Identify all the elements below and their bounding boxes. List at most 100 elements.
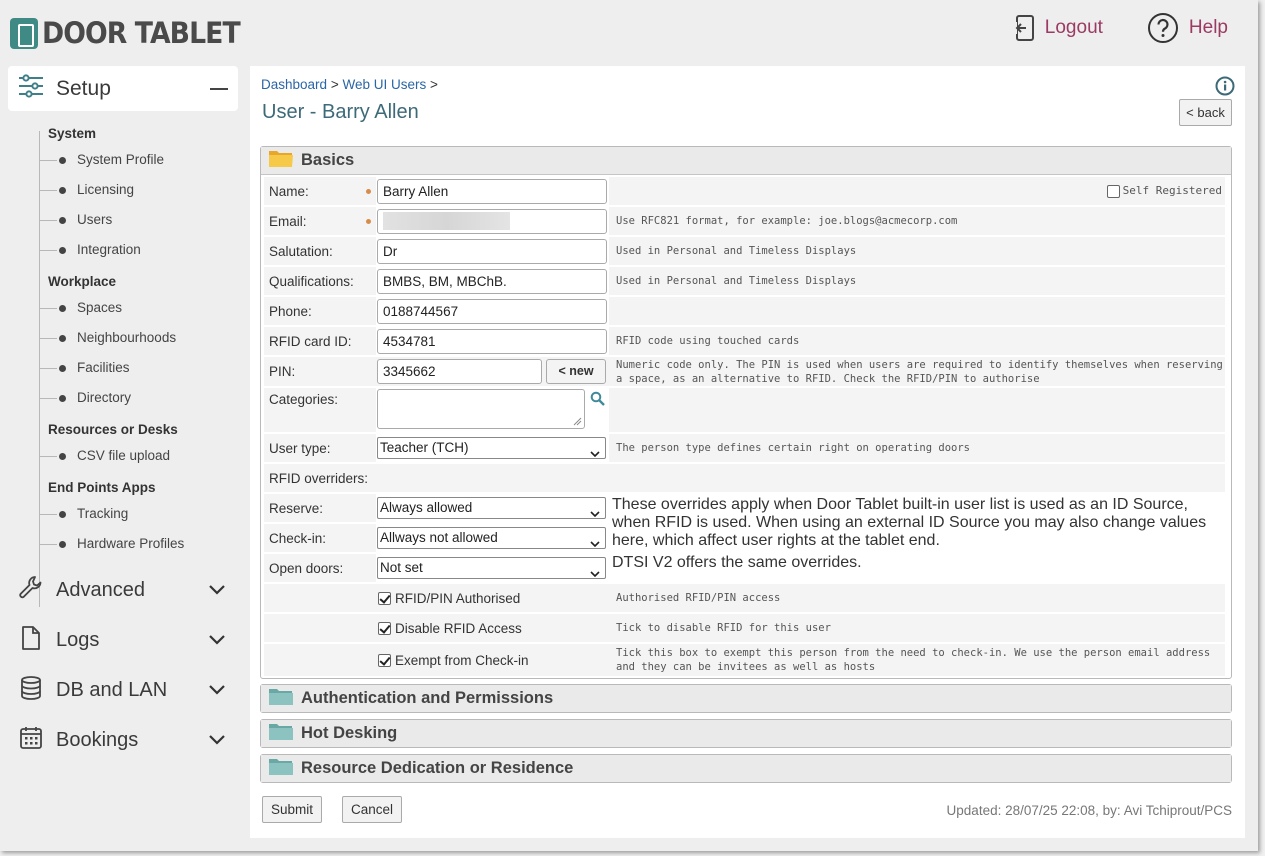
salutation-input[interactable]: Dr	[377, 238, 607, 264]
self-registered-checkbox[interactable]	[1106, 184, 1120, 198]
help-link[interactable]: Help	[1147, 12, 1228, 44]
sidebar-item-system-profile[interactable]: System Profile	[39, 145, 238, 175]
setup-tree: System System Profile Licensing Users In…	[8, 123, 238, 607]
exempt-checkin-label: Exempt from Check-in	[395, 652, 529, 668]
reserve-select[interactable]: Always allowed	[377, 497, 606, 519]
breadcrumb-web-ui-users[interactable]: Web UI Users	[342, 77, 426, 92]
phone-input[interactable]: 0188744567	[377, 298, 607, 324]
qualifications-help: Used in Personal and Timeless Displays	[612, 267, 1225, 295]
bullet-icon	[59, 365, 66, 372]
info-icon[interactable]	[1215, 76, 1235, 101]
rfid-pin-authorised-checkbox[interactable]	[378, 591, 391, 605]
breadcrumb-separator: >	[430, 77, 438, 92]
disable-rfid-label: Disable RFID Access	[395, 620, 522, 636]
name-label: Name:	[269, 183, 309, 199]
door-tablet-logo: DOOR TABLET	[10, 16, 257, 50]
rfid-help: RFID code using touched cards	[612, 327, 1225, 355]
wrench-icon	[18, 575, 44, 606]
user-type-value: Teacher (TCH)	[380, 440, 469, 455]
bullet-icon	[59, 305, 66, 312]
auth-permissions-section[interactable]: Authentication and Permissions	[260, 684, 1232, 713]
sidebar-section-advanced[interactable]: Advanced	[8, 565, 238, 615]
redacted-email	[383, 211, 510, 230]
user-type-label: User type:	[269, 440, 331, 456]
salutation-label: Salutation:	[269, 243, 333, 259]
sidebar-item-spaces[interactable]: Spaces	[39, 293, 238, 323]
collapse-minus-icon[interactable]	[210, 88, 228, 90]
form-actions: Submit Cancel	[262, 796, 403, 823]
group-title-workplace: Workplace	[48, 274, 117, 289]
email-help: Use RFC821 format, for example: joe.blog…	[612, 207, 1225, 235]
bullet-icon	[59, 453, 66, 460]
basics-title: Basics	[301, 151, 355, 169]
sidebar-item-licensing[interactable]: Licensing	[39, 175, 238, 205]
logout-link[interactable]: Logout	[1010, 14, 1103, 42]
sidebar-item-tracking[interactable]: Tracking	[39, 499, 238, 529]
name-input[interactable]: Barry Allen	[377, 178, 607, 204]
sidebar-item-neighbourhoods[interactable]: Neighbourhoods	[39, 323, 238, 353]
logo-door-icon	[10, 17, 38, 49]
pin-help: Numeric code only. The PIN is used when …	[612, 357, 1225, 386]
required-marker	[359, 177, 376, 205]
top-links: Logout Help	[1010, 12, 1228, 44]
exempt-checkin-checkbox[interactable]	[378, 653, 391, 667]
new-pin-button[interactable]: < new	[546, 359, 606, 384]
chevron-down-icon	[590, 504, 600, 524]
basics-header[interactable]: Basics	[261, 147, 1231, 175]
disable-rfid-checkbox[interactable]	[378, 621, 391, 635]
email-input[interactable]	[377, 208, 607, 234]
checkin-value: Allways not allowed	[380, 530, 498, 545]
sidebar: Setup System System Profile Licensing Us…	[8, 66, 238, 765]
breadcrumb-separator: >	[330, 77, 339, 92]
user-type-select[interactable]: Teacher (TCH)	[377, 437, 606, 459]
form-row-name: Name: Barry Allen Self Registered	[264, 177, 1225, 205]
overrides-help: These overrides apply when Door Tablet b…	[612, 496, 1207, 549]
open-doors-value: Not set	[380, 560, 423, 575]
bullet-icon	[59, 335, 66, 342]
bullet-icon	[59, 395, 66, 402]
form-row-phone: Phone: 0188744567	[264, 297, 1225, 325]
submit-button[interactable]: Submit	[262, 796, 323, 823]
qualifications-input[interactable]: BMBS, BM, MBChB.	[377, 268, 607, 294]
app-window: DOOR TABLET Logout Help Setup System Sys…	[0, 0, 1258, 851]
section-label: Bookings	[56, 728, 139, 751]
sidebar-item-hardware-profiles[interactable]: Hardware Profiles	[39, 529, 238, 559]
sidebar-section-db-lan[interactable]: DB and LAN	[8, 665, 238, 715]
sidebar-section-bookings[interactable]: Bookings	[8, 715, 238, 765]
bullet-icon	[59, 157, 66, 164]
checkin-select[interactable]: Allways not allowed	[377, 527, 606, 549]
qualifications-label: Qualifications:	[269, 273, 354, 289]
chevron-down-icon	[590, 564, 600, 584]
sidebar-item-users[interactable]: Users	[39, 205, 238, 235]
sidebar-item-facilities[interactable]: Facilities	[39, 353, 238, 383]
resource-dedication-section[interactable]: Resource Dedication or Residence	[260, 754, 1232, 783]
form-row-email: Email: Use RFC821 format, for example: j…	[264, 207, 1225, 235]
logout-label: Logout	[1044, 17, 1103, 38]
sidebar-item-directory[interactable]: Directory	[39, 383, 238, 413]
section-header[interactable]: Resource Dedication or Residence	[261, 755, 1231, 782]
search-icon[interactable]	[590, 391, 606, 412]
reserve-value: Always allowed	[380, 500, 473, 515]
rfid-label: RFID card ID:	[269, 333, 352, 349]
page-title: User - Barry Allen	[262, 101, 419, 123]
section-header[interactable]: Authentication and Permissions	[261, 685, 1231, 712]
cancel-button[interactable]: Cancel	[342, 796, 403, 823]
pin-input[interactable]: 3345662	[377, 359, 542, 384]
email-label: Email:	[269, 213, 307, 229]
main-panel: Dashboard > Web UI Users > User - Barry …	[250, 66, 1245, 838]
sidebar-section-logs[interactable]: Logs	[8, 615, 238, 665]
sidebar-setup-header[interactable]: Setup	[8, 66, 238, 111]
section-header[interactable]: Hot Desking	[261, 720, 1231, 747]
basics-section: Basics Name: Barry Allen Self Registered…	[260, 146, 1232, 679]
sidebar-item-integration[interactable]: Integration	[39, 235, 238, 265]
user-type-help: The person type defines certain right on…	[612, 434, 1225, 462]
basics-form: Name: Barry Allen Self Registered Email:…	[261, 175, 1231, 678]
bullet-icon	[59, 217, 66, 224]
sidebar-item-csv-upload[interactable]: CSV file upload	[39, 441, 238, 471]
breadcrumb-dashboard[interactable]: Dashboard	[261, 77, 327, 92]
open-doors-select[interactable]: Not set	[377, 557, 606, 579]
categories-textarea[interactable]	[377, 389, 585, 429]
hot-desking-section[interactable]: Hot Desking	[260, 719, 1232, 748]
rfid-input[interactable]: 4534781	[377, 328, 607, 354]
back-button[interactable]: < back	[1179, 99, 1232, 126]
